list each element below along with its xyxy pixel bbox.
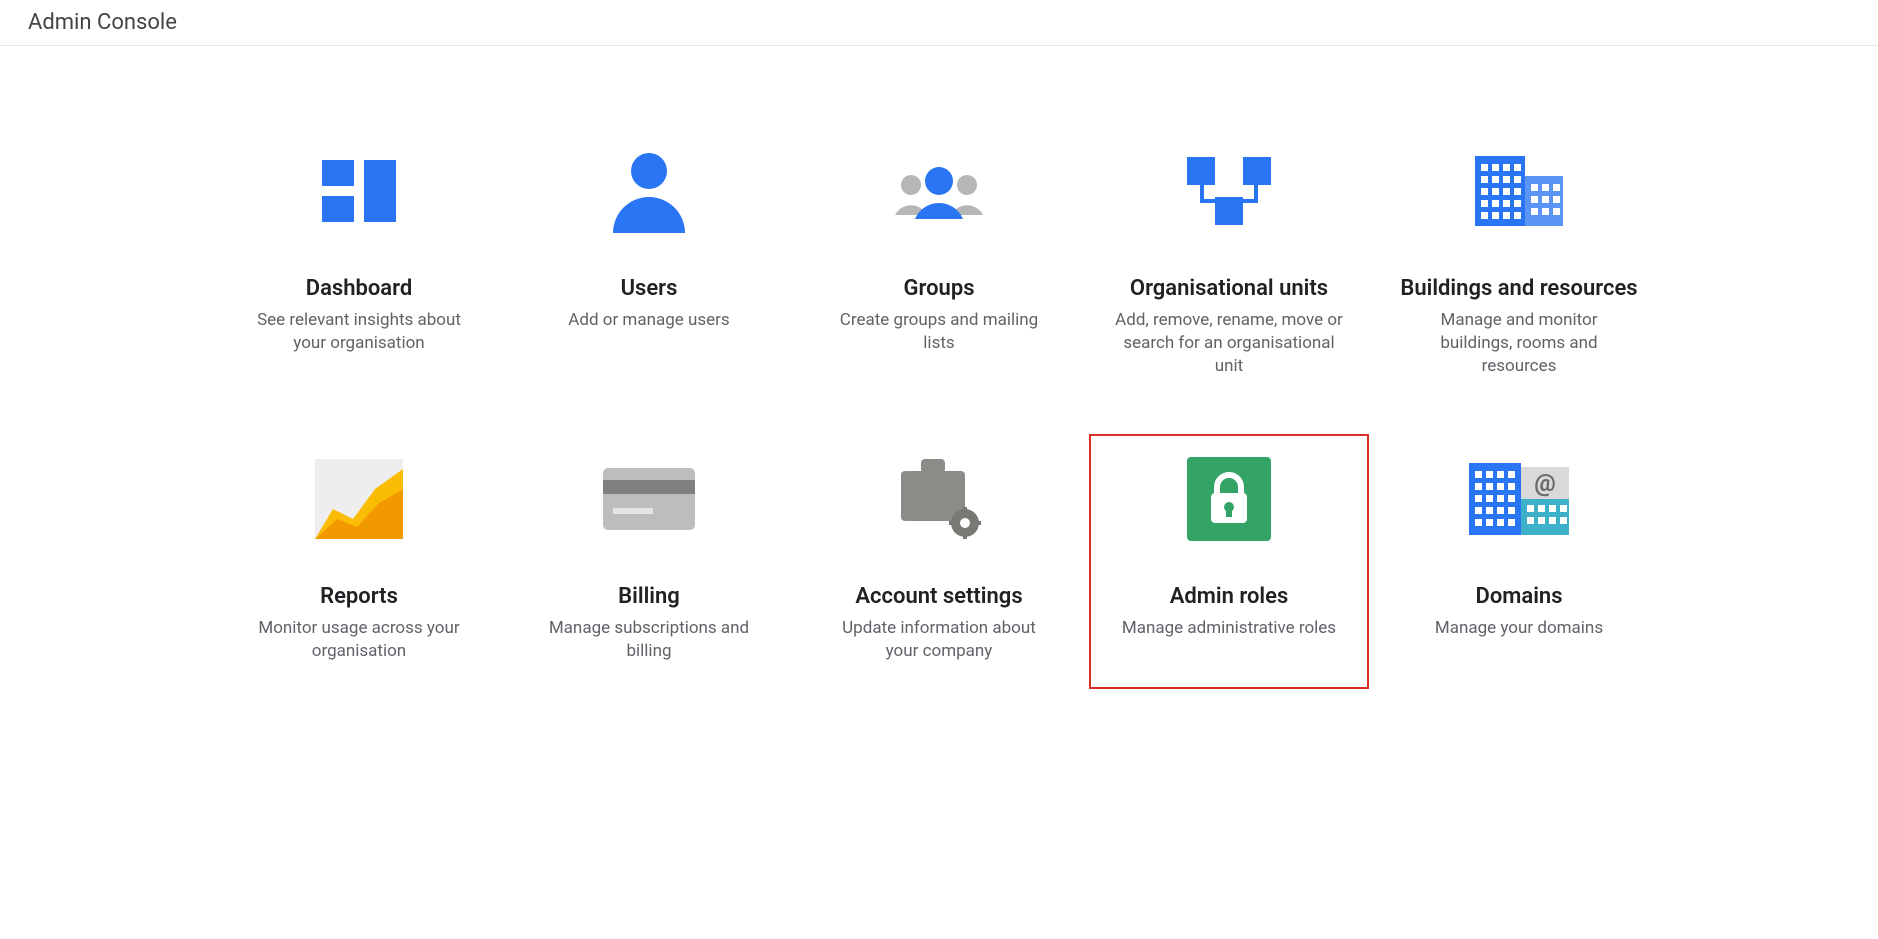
buildings-icon (1475, 146, 1563, 236)
reports-icon (315, 454, 403, 544)
tile-domains[interactable]: @ Domains Manage your domains (1379, 434, 1659, 689)
tile-title: Billing (618, 584, 680, 609)
tile-dashboard[interactable]: Dashboard See relevant insights about yo… (219, 126, 499, 404)
dashboard-icon (322, 146, 396, 236)
tile-title: Reports (320, 584, 398, 609)
tile-buildings[interactable]: Buildings and resources Manage and monit… (1379, 126, 1659, 404)
domains-icon: @ (1469, 454, 1569, 544)
tile-desc: Add or manage users (568, 309, 729, 332)
tile-desc: Add, remove, rename, move or search for … (1114, 309, 1344, 378)
tile-desc: See relevant insights about your organis… (244, 309, 474, 355)
tile-title: Account settings (855, 584, 1022, 609)
svg-text:@: @ (1534, 469, 1556, 497)
tile-billing[interactable]: Billing Manage subscriptions and billing (509, 434, 789, 689)
tile-desc: Manage administrative roles (1122, 617, 1336, 640)
tile-admin-roles[interactable]: Admin roles Manage administrative roles (1089, 434, 1369, 689)
tile-users[interactable]: Users Add or manage users (509, 126, 789, 404)
tile-title: Groups (903, 276, 974, 301)
tile-desc: Create groups and mailing lists (824, 309, 1054, 355)
tile-title: Dashboard (306, 276, 412, 301)
tiles-container: Dashboard See relevant insights about yo… (159, 46, 1719, 729)
tiles-grid: Dashboard See relevant insights about yo… (219, 126, 1659, 689)
tile-desc: Update information about your company (824, 617, 1054, 663)
tile-desc: Monitor usage across your organisation (244, 617, 474, 663)
tile-title: Users (621, 276, 678, 301)
tile-title: Admin roles (1170, 584, 1289, 609)
tile-org-units[interactable]: Organisational units Add, remove, rename… (1089, 126, 1369, 404)
org-units-icon (1187, 146, 1271, 236)
page-header: Admin Console (0, 0, 1878, 46)
user-icon (607, 146, 691, 236)
tile-reports[interactable]: Reports Monitor usage across your organi… (219, 434, 499, 689)
tile-desc: Manage and monitor buildings, rooms and … (1404, 309, 1634, 378)
groups-icon (891, 146, 987, 236)
account-settings-icon (895, 454, 983, 544)
tile-desc: Manage subscriptions and billing (534, 617, 764, 663)
tile-title: Organisational units (1130, 276, 1328, 301)
admin-roles-icon (1187, 454, 1271, 544)
tile-title: Buildings and resources (1400, 276, 1637, 301)
tile-groups[interactable]: Groups Create groups and mailing lists (799, 126, 1079, 404)
tile-account-settings[interactable]: Account settings Update information abou… (799, 434, 1079, 689)
tile-title: Domains (1475, 584, 1562, 609)
tile-desc: Manage your domains (1435, 617, 1603, 640)
billing-icon (603, 454, 695, 544)
page-title: Admin Console (28, 10, 177, 35)
